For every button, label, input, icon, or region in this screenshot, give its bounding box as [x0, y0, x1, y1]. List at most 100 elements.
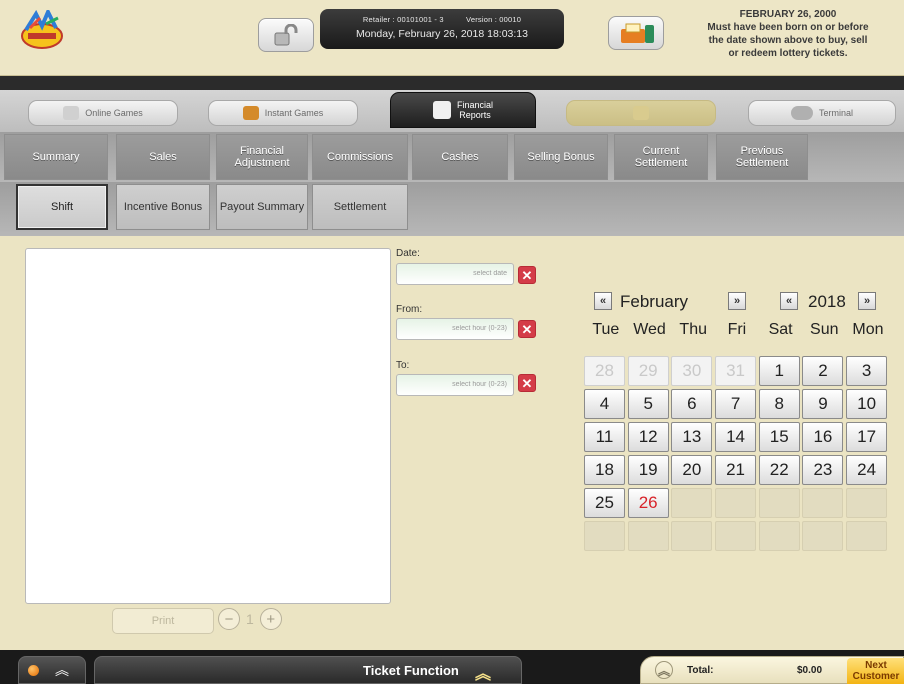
page-next-button[interactable]: + — [259, 608, 282, 630]
calendar-day[interactable]: 3 — [846, 356, 888, 386]
clear-from-button[interactable]: ✕ — [518, 320, 536, 338]
calendar-day[interactable]: 16 — [802, 422, 844, 452]
calendar-day[interactable]: 17 — [846, 422, 888, 452]
calendar-day[interactable]: 18 — [584, 455, 625, 485]
calendar-month: February — [620, 292, 689, 311]
calendar-day-today[interactable]: 26 — [627, 488, 669, 518]
calendar-empty-cell — [715, 488, 757, 518]
calendar-day: 31 — [715, 356, 757, 386]
tab-financial-reports[interactable]: Financial Reports — [390, 92, 536, 128]
lottery-logo — [18, 7, 66, 52]
version-label: Version : 00010 — [466, 15, 522, 24]
ticket-function-button[interactable]: Ticket Function ︽ — [94, 656, 522, 684]
calendar-day[interactable]: 6 — [671, 389, 713, 419]
calendar-empty-cell — [671, 488, 713, 518]
tab-financial-reports-label-1: Financial — [456, 100, 494, 110]
tab-online-games[interactable]: Online Games — [28, 100, 178, 126]
calendar-day: 28 — [584, 356, 625, 386]
subtab-cashes[interactable]: Cashes — [412, 134, 508, 180]
online-games-icon — [63, 106, 80, 120]
subtab-commissions[interactable]: Commissions — [312, 134, 408, 180]
calendar-empty-cell — [846, 521, 888, 551]
calendar-day[interactable]: 7 — [715, 389, 757, 419]
calendar-empty-cell — [627, 521, 669, 551]
total-label: Total: — [687, 665, 714, 676]
calendar-day[interactable]: 8 — [758, 389, 800, 419]
weekday-label: Sat — [768, 321, 793, 338]
prev-month-button[interactable]: « — [594, 292, 612, 310]
printer-icon — [621, 23, 654, 43]
calendar-empty-cell — [671, 521, 713, 551]
calendar-day[interactable]: 22 — [758, 455, 800, 485]
date-field[interactable] — [396, 263, 514, 285]
weekday-label: Tue — [592, 321, 620, 338]
print-button[interactable]: Print — [112, 608, 214, 634]
tab-instant-games[interactable]: Instant Games — [208, 100, 358, 126]
from-hour-field[interactable] — [396, 318, 514, 340]
subtab-summary[interactable]: Summary — [4, 134, 108, 180]
calendar-day[interactable]: 11 — [584, 422, 625, 452]
instant-games-icon — [242, 106, 259, 120]
calendar-day[interactable]: 20 — [671, 455, 713, 485]
subtab-selling-bonus[interactable]: Selling Bonus — [514, 134, 608, 180]
calendar-day: 29 — [627, 356, 669, 386]
subtab-sales[interactable]: Sales — [116, 134, 210, 180]
calendar-day[interactable]: 10 — [846, 389, 888, 419]
age-notice-line1: Must have been born on or before — [707, 22, 869, 33]
calendar-day[interactable]: 25 — [584, 488, 625, 518]
age-notice-date: FEBRUARY 26, 2000 — [739, 9, 837, 20]
current-datetime: Monday, February 26, 2018 18:03:13 — [355, 28, 528, 40]
calendar-day[interactable]: 4 — [584, 389, 625, 419]
calendar-day[interactable]: 1 — [758, 356, 800, 386]
printer-button[interactable] — [608, 16, 664, 50]
subtab-settlement[interactable]: Settlement — [312, 184, 408, 230]
calendar-day[interactable]: 14 — [715, 422, 757, 452]
next-year-button[interactable]: » — [858, 292, 876, 310]
page-prev-button[interactable]: − — [218, 608, 240, 630]
tab-terminal[interactable]: Terminal — [748, 100, 896, 126]
to-label: To: — [396, 360, 410, 371]
unlock-button[interactable] — [258, 18, 314, 52]
calendar-day[interactable]: 24 — [846, 455, 888, 485]
weekday-label: Mon — [852, 321, 884, 338]
expand-total-button[interactable]: ︽ — [655, 661, 673, 679]
clear-date-button[interactable]: ✕ — [518, 266, 536, 284]
calendar-day[interactable]: 13 — [671, 422, 713, 452]
calendar-day[interactable]: 21 — [715, 455, 757, 485]
subtab-current-settlement[interactable]: Current Settlement — [614, 134, 708, 180]
prev-year-button[interactable]: « — [780, 292, 798, 310]
calendar-day: 30 — [671, 356, 713, 386]
header: Retailer : 00101001 - 3 Version : 00010 … — [0, 0, 904, 76]
calendar-day[interactable]: 19 — [627, 455, 669, 485]
subtab-incentive-bonus[interactable]: Incentive Bonus — [116, 184, 210, 230]
next-customer-button[interactable]: Next Customer — [847, 658, 904, 684]
subtab-payout-summary[interactable]: Payout Summary — [216, 184, 308, 230]
terminal-icon — [790, 106, 813, 120]
calendar-day[interactable]: 9 — [802, 389, 844, 419]
clear-to-button[interactable]: ✕ — [518, 374, 536, 392]
weekday-label: Wed — [633, 321, 666, 338]
calendar-day[interactable]: 2 — [802, 356, 844, 386]
subtab-financial-adjustment[interactable]: Financial Adjustment — [216, 134, 308, 180]
next-customer-label-2: Customer — [852, 671, 900, 682]
to-hour-field[interactable] — [396, 374, 514, 396]
next-month-button[interactable]: » — [728, 292, 746, 310]
subtab-row-2: Shift Incentive Bonus Payout Summary Set… — [0, 182, 904, 236]
calendar-day[interactable]: 12 — [627, 422, 669, 452]
subtab-previous-settlement[interactable]: Previous Settlement — [716, 134, 808, 180]
calendar-empty-cell — [758, 488, 800, 518]
weekday-label: Thu — [679, 321, 707, 338]
subtab-shift[interactable]: Shift — [16, 184, 108, 230]
subtab-row-1: Summary Sales Financial Adjustment Commi… — [0, 132, 904, 182]
calendar-empty-cell — [846, 488, 888, 518]
status-toggle[interactable]: ︽ — [18, 656, 86, 684]
calendar-day[interactable]: 23 — [802, 455, 844, 485]
age-notice: FEBRUARY 26, 2000 Must have been born on… — [672, 8, 904, 60]
age-notice-line3: or redeem lottery tickets. — [728, 48, 848, 59]
calendar-year: 2018 — [808, 292, 846, 311]
ticket-function-label: Ticket Function — [363, 663, 459, 678]
calendar-weekdays: Tue Wed Thu Fri Sat Sun Mon — [584, 318, 890, 346]
calendar-day[interactable]: 15 — [758, 422, 800, 452]
calendar-header: « February » « 2018 » — [584, 288, 890, 318]
calendar-day[interactable]: 5 — [627, 389, 669, 419]
